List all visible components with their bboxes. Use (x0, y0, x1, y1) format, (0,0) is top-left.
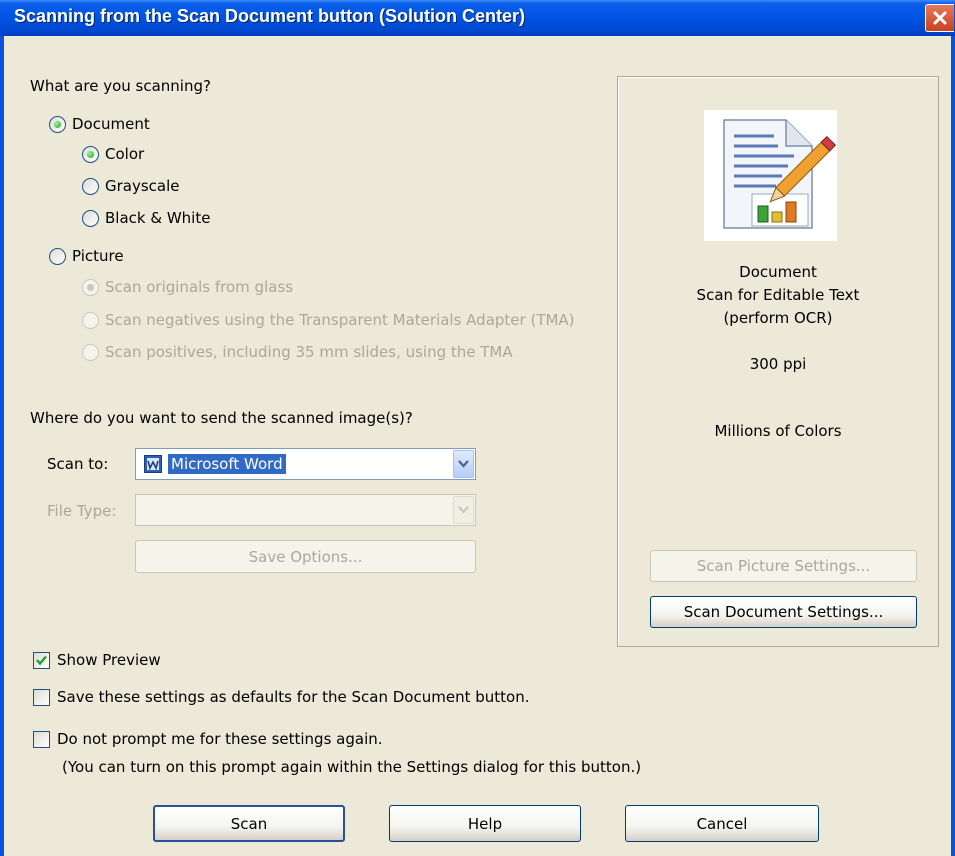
preview-purpose: Scan for Editable Text (696, 286, 860, 304)
radio-color[interactable] (82, 146, 99, 163)
radio-scan-glass (82, 279, 99, 296)
radio-document[interactable] (49, 116, 66, 133)
document-preview-tile (704, 110, 837, 241)
radio-scan-glass-label: Scan originals from glass (105, 278, 294, 296)
scan-type-heading: What are you scanning? (30, 77, 211, 95)
window-frame-left (0, 36, 4, 856)
scan-button[interactable]: Scan (153, 805, 345, 842)
radio-black-white-label[interactable]: Black & White (105, 209, 210, 227)
preview-ocr-note: (perform OCR) (723, 309, 833, 327)
radio-black-white[interactable] (82, 210, 99, 227)
radio-color-label[interactable]: Color (105, 145, 144, 163)
save-defaults-label[interactable]: Save these settings as defaults for the … (57, 688, 529, 706)
show-preview-label[interactable]: Show Preview (57, 651, 161, 669)
title-bar[interactable]: Scanning from the Scan Document button (… (0, 0, 955, 36)
scan-to-selected-value: Microsoft Word (168, 454, 286, 474)
chevron-down-icon (458, 460, 469, 468)
preview-resolution: 300 ppi (749, 355, 807, 373)
scan-document-settings-button[interactable]: Scan Document Settings... (650, 596, 917, 628)
scan-to-label: Scan to: (47, 455, 109, 473)
save-options-button: Save Options... (135, 540, 476, 573)
radio-grayscale[interactable] (82, 178, 99, 195)
scan-to-dropdown[interactable]: Microsoft Word (135, 448, 476, 480)
no-prompt-note: (You can turn on this prompt again withi… (62, 758, 642, 776)
microsoft-word-icon (144, 455, 162, 473)
radio-scan-negatives-label: Scan negatives using the Transparent Mat… (105, 311, 575, 329)
scan-picture-settings-button: Scan Picture Settings... (650, 550, 917, 582)
save-defaults-checkbox[interactable] (33, 689, 50, 706)
destination-heading: Where do you want to send the scanned im… (30, 409, 413, 427)
file-type-dropdown (135, 494, 476, 526)
scan-dialog: Scanning from the Scan Document button (… (0, 0, 955, 856)
show-preview-checkbox[interactable] (33, 652, 50, 669)
no-prompt-label[interactable]: Do not prompt me for these settings agai… (57, 730, 383, 748)
radio-scan-negatives (82, 312, 99, 329)
document-ocr-icon (723, 119, 837, 229)
radio-document-label[interactable]: Document (72, 115, 150, 133)
chevron-down-icon (458, 506, 469, 514)
checkmark-icon (36, 655, 47, 666)
cancel-button[interactable]: Cancel (625, 805, 819, 842)
preview-color-depth: Millions of Colors (714, 422, 842, 440)
help-button[interactable]: Help (389, 805, 581, 842)
close-button[interactable] (925, 4, 954, 32)
file-type-label: File Type: (47, 502, 117, 520)
window-title: Scanning from the Scan Document button (… (14, 6, 525, 26)
radio-grayscale-label[interactable]: Grayscale (105, 177, 180, 195)
radio-picture[interactable] (49, 248, 66, 265)
window-frame-right (951, 36, 955, 856)
radio-scan-positives (82, 344, 99, 361)
file-type-dropdown-button (453, 496, 474, 524)
preview-type: Document (739, 263, 817, 281)
radio-scan-positives-label: Scan positives, including 35 mm slides, … (105, 343, 513, 361)
radio-picture-label[interactable]: Picture (72, 247, 124, 265)
no-prompt-checkbox[interactable] (33, 731, 50, 748)
scan-to-dropdown-button[interactable] (453, 450, 474, 478)
close-icon (933, 11, 947, 25)
